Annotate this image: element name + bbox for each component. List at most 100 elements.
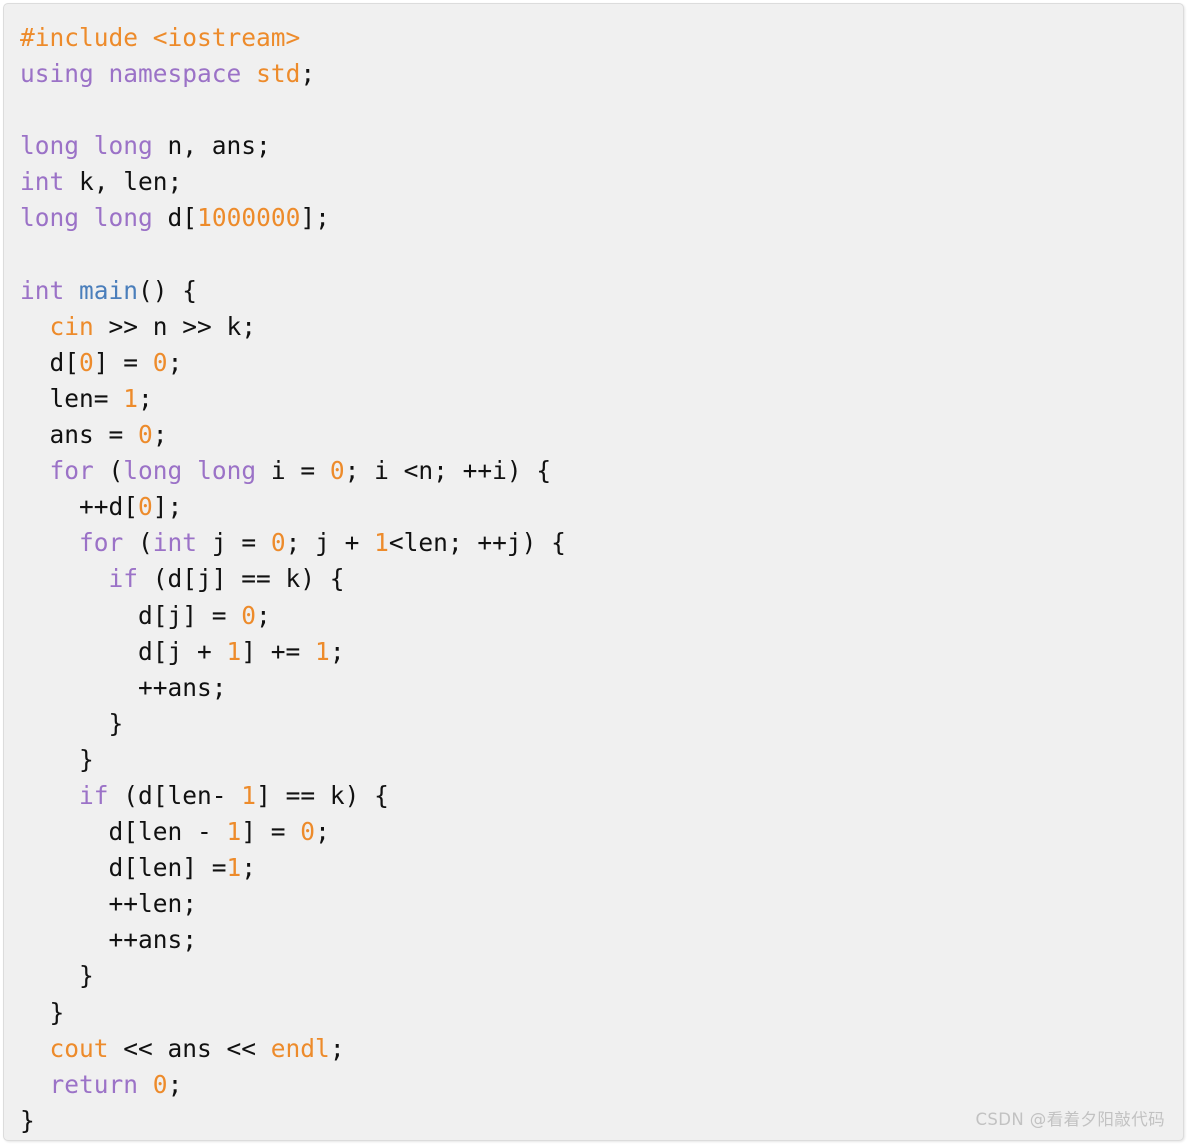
code-token-id: } [20, 997, 65, 1027]
code-token-id: <len; ++j) { [388, 528, 566, 558]
code-line: } [20, 995, 1183, 1031]
code-token-id: j = [197, 528, 271, 558]
code-line: if (d[j] == k) { [20, 561, 1183, 597]
code-line: d[len - 1] = 0; [20, 814, 1183, 850]
code-token-id: () { [138, 275, 198, 305]
code-token-id [138, 23, 153, 52]
code-token-id: d[ [20, 347, 80, 377]
code-token-id [94, 59, 109, 88]
code-token-id: ; [300, 59, 316, 89]
code-line: } [20, 958, 1183, 994]
code-token-pp: <iostream> [152, 23, 301, 52]
code-token-id: (d[j] == k) { [138, 564, 345, 594]
code-token-id: } [20, 708, 124, 738]
code-token-kw: long [197, 456, 257, 486]
code-line: int k, len; [20, 164, 1183, 200]
code-token-kw: namespace [108, 59, 242, 89]
code-line: int main() { [20, 273, 1183, 309]
code-line: d[0] = 0; [20, 345, 1183, 381]
code-token-id: ; [329, 636, 345, 666]
code-line: return 0; [20, 1067, 1183, 1103]
code-token-id: ++d[ [20, 492, 139, 522]
code-token-id: len= [20, 383, 124, 413]
code-token-id: ; i <n; ++i) { [344, 456, 552, 486]
code-token-id: ; j + [285, 528, 375, 558]
code-token-id: d[j] = [20, 600, 242, 630]
code-line: d[j] = 0; [20, 598, 1183, 634]
code-token-id: ans = [20, 420, 139, 450]
code-token-id: } [20, 744, 94, 774]
code-token-kw: for [49, 456, 94, 486]
code-token-id: (d[len- [108, 780, 242, 810]
code-line: for (int j = 0; j + 1<len; ++j) { [20, 525, 1183, 561]
code-token-kw: long [93, 131, 153, 161]
code-line: } [20, 742, 1183, 778]
code-token-id [182, 456, 197, 485]
code-token-id: << ans << [108, 1033, 271, 1063]
code-token-pp: #include [20, 23, 139, 52]
code-token-kw: long [93, 203, 153, 233]
code-line: } [20, 706, 1183, 742]
code-token-num: 1 [374, 528, 389, 558]
code-line: ++len; [20, 886, 1183, 922]
code-token-fn: main [79, 275, 139, 305]
code-token-id: ; [241, 853, 257, 883]
code-token-id: d[j + [20, 636, 227, 666]
code-token-id: ; [329, 1033, 345, 1063]
code-token-id [20, 1070, 50, 1099]
code-token-id: i = [256, 456, 330, 486]
code-token-id [20, 1034, 50, 1063]
code-line: d[j + 1] += 1; [20, 634, 1183, 670]
code-token-id: ( [93, 456, 124, 486]
code-token-id: } [20, 961, 94, 991]
code-block[interactable]: #include <iostream> using namespace std;… [4, 4, 1183, 1139]
code-token-num: 0 [79, 347, 94, 377]
code-token-id [20, 564, 109, 593]
code-line: cout << ans << endl; [20, 1031, 1183, 1067]
code-token-id [241, 59, 256, 88]
code-token-id: ++len; [20, 889, 198, 919]
code-line: using namespace std; [20, 56, 1183, 92]
code-token-num: 0 [300, 817, 316, 847]
code-token-kw: int [152, 528, 198, 558]
code-token-num: 1000000 [197, 203, 301, 233]
csdn-watermark: CSDN @看着夕阳敲代码 [975, 1110, 1165, 1129]
code-token-id [138, 1070, 153, 1099]
code-token-kw: using [20, 59, 94, 89]
code-token-id: d[ [152, 203, 198, 233]
code-token-num: 0 [270, 528, 286, 558]
code-token-id: ; [315, 817, 330, 847]
code-token-id: n, ans; [152, 131, 271, 161]
code-token-id: ]; [300, 203, 330, 233]
code-token-id: } [20, 1105, 35, 1135]
code-line: cin >> n >> k; [20, 309, 1183, 345]
code-line: #include <iostream> [20, 20, 1183, 56]
code-token-num: 1 [226, 817, 242, 847]
code-token-num: 0 [138, 420, 153, 450]
code-token-num: 0 [241, 600, 257, 630]
code-token-id [20, 456, 50, 485]
code-token-id: ] == k) { [256, 780, 389, 810]
code-line: d[len] =1; [20, 850, 1183, 886]
code-token-kw: long [20, 203, 80, 233]
code-token-kw: if [108, 564, 139, 594]
code-token-id: ( [123, 528, 153, 558]
code-token-lib: std [256, 59, 301, 89]
code-token-num: 0 [152, 1069, 168, 1099]
code-token-id: ]; [152, 492, 183, 522]
code-token-num: 0 [152, 347, 168, 377]
code-token-kw: int [20, 275, 65, 305]
code-token-id: d[len] = [20, 853, 227, 883]
code-token-lib: cin [49, 311, 94, 341]
code-token-kw: long [123, 456, 183, 486]
code-line: ans = 0; [20, 417, 1183, 453]
code-token-id: ] = [241, 817, 301, 847]
code-token-num: 1 [315, 636, 330, 666]
code-token-num: 0 [138, 492, 153, 522]
code-token-id [20, 312, 50, 341]
code-line: ++ans; [20, 922, 1183, 958]
code-line: if (d[len- 1] == k) { [20, 778, 1183, 814]
code-token-id [79, 203, 94, 232]
